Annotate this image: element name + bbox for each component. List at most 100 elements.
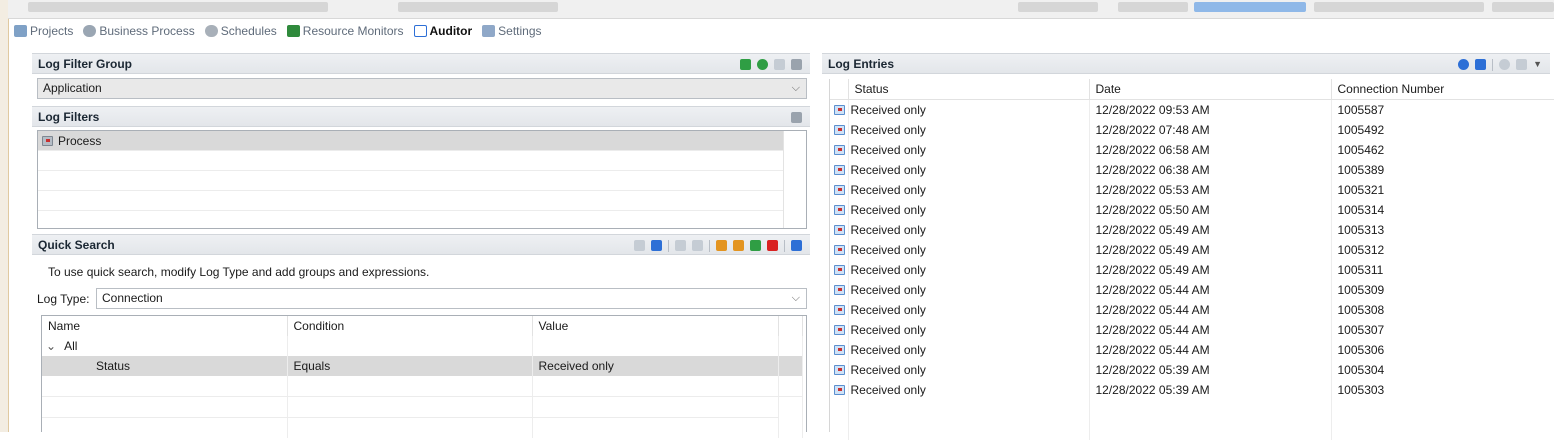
column-header-value[interactable]: Value <box>532 316 779 336</box>
quick-search-hint: To use quick search, modify Log Type and… <box>48 265 430 279</box>
table-row[interactable]: Received only 12/28/2022 05:49 AM 1005311 <box>830 260 1554 280</box>
select-value: Connection <box>102 291 163 305</box>
table-cell <box>830 200 849 220</box>
column-header-spacer <box>778 316 803 336</box>
table-cell <box>1089 400 1332 420</box>
chevron-down-icon[interactable]: ⌄ <box>46 339 56 353</box>
arrow-right-icon[interactable] <box>651 240 662 251</box>
column-header-name[interactable]: Name <box>42 316 288 336</box>
column-header-connection-number[interactable]: Connection Number <box>1331 79 1554 100</box>
tab-auditor[interactable]: Auditor <box>413 24 473 38</box>
table-cell: Equals <box>287 356 533 376</box>
quick-search-table: Name Condition Value ⌄ All Status Equals … <box>41 315 807 438</box>
table-cell: Received only <box>848 280 1090 300</box>
tab-schedules[interactable]: Schedules <box>204 24 277 38</box>
edit-icon[interactable] <box>774 59 785 70</box>
add-condition-icon[interactable] <box>750 240 761 251</box>
table-cell: Received only <box>848 220 1090 240</box>
table-cell <box>830 420 849 440</box>
process-icon <box>42 136 53 146</box>
table-row[interactable]: Received only 12/28/2022 05:49 AM 1005313 <box>830 220 1554 240</box>
edit-icon[interactable] <box>1516 59 1528 70</box>
table-row[interactable]: Received only 12/28/2022 05:44 AM 1005307 <box>830 320 1554 340</box>
table-row <box>42 396 803 418</box>
tab-resource-monitors[interactable]: Resource Monitors <box>286 24 404 38</box>
scrollbar-track[interactable] <box>783 131 784 228</box>
table-row[interactable]: Received only 12/28/2022 05:39 AM 1005304 <box>830 360 1554 380</box>
received-status-icon <box>834 225 845 235</box>
log-type-label: Log Type: <box>37 292 90 306</box>
tab-business-process[interactable]: Business Process <box>83 24 195 38</box>
list-item[interactable]: Process <box>38 131 783 151</box>
log-filters-header: Log Filters <box>32 106 810 127</box>
arrow-up-icon[interactable] <box>675 240 686 251</box>
table-row[interactable]: Received only 12/28/2022 06:38 AM 1005389 <box>830 160 1554 180</box>
table-row[interactable]: Received only 12/28/2022 07:48 AM 1005492 <box>830 120 1554 140</box>
table-row <box>42 376 803 397</box>
export-icon[interactable] <box>1475 59 1487 70</box>
save-icon[interactable] <box>791 240 802 251</box>
table-cell <box>778 356 803 376</box>
table-cell: Received only <box>848 260 1090 280</box>
log-type-select[interactable]: Connection ⌵ <box>96 288 807 309</box>
list-item-label: Process <box>58 134 102 148</box>
select-value: Application <box>43 81 102 95</box>
table-row[interactable]: Received only 12/28/2022 05:44 AM 1005309 <box>830 280 1554 300</box>
filter-icon[interactable] <box>1499 59 1511 70</box>
table-row[interactable]: Received only 12/28/2022 05:49 AM 1005312 <box>830 240 1554 260</box>
quick-search-toolbar <box>634 235 802 256</box>
table-cell: Received only <box>848 380 1090 400</box>
table-cell: Status <box>42 356 288 376</box>
column-header-status[interactable]: Status <box>848 79 1090 100</box>
delete-icon[interactable] <box>791 59 802 70</box>
refresh-icon[interactable] <box>1458 59 1470 70</box>
table-row[interactable]: Received only 12/28/2022 05:53 AM 1005321 <box>830 180 1554 200</box>
remove-icon[interactable] <box>767 240 778 251</box>
table-cell: 1005492 <box>1331 120 1554 140</box>
arrow-down-icon[interactable] <box>692 240 703 251</box>
add-expression-icon[interactable] <box>733 240 744 251</box>
table-cell: 1005311 <box>1331 260 1554 280</box>
received-status-icon <box>834 185 845 195</box>
tab-projects[interactable]: Projects <box>14 24 73 38</box>
table-row[interactable]: ⌄ All <box>42 336 803 356</box>
table-row[interactable]: Status Equals Received only <box>42 356 803 376</box>
table-cell: Received only <box>848 140 1090 160</box>
table-cell: 12/28/2022 05:44 AM <box>1089 280 1332 300</box>
table-cell: Received only <box>848 360 1090 380</box>
table-row[interactable]: Received only 12/28/2022 05:50 AM 1005314 <box>830 200 1554 220</box>
table-row[interactable]: Received only 12/28/2022 05:44 AM 1005306 <box>830 340 1554 360</box>
table-cell: 1005309 <box>1331 280 1554 300</box>
business-process-icon <box>83 25 97 37</box>
close-icon[interactable] <box>791 112 802 123</box>
table-row[interactable]: Received only 12/28/2022 09:53 AM 1005587 <box>830 99 1554 120</box>
table-row[interactable]: Received only 12/28/2022 05:44 AM 1005308 <box>830 300 1554 320</box>
table-header-row: Status Date Connection Number <box>830 79 1554 100</box>
table-cell: 1005308 <box>1331 300 1554 320</box>
column-header-date[interactable]: Date <box>1089 79 1332 100</box>
add-icon[interactable] <box>757 59 768 70</box>
table-row[interactable]: Received only 12/28/2022 05:39 AM 1005303 <box>830 380 1554 400</box>
table-cell: Received only <box>848 320 1090 340</box>
table-cell: 1005314 <box>1331 200 1554 220</box>
table-cell <box>830 180 849 200</box>
table-cell <box>830 320 849 340</box>
tab-label: Resource Monitors <box>302 24 404 38</box>
table-row[interactable]: Received only 12/28/2022 06:58 AM 1005462 <box>830 140 1554 160</box>
arrow-left-icon[interactable] <box>634 240 645 251</box>
table-cell: 12/28/2022 05:44 AM <box>1089 300 1332 320</box>
log-filter-group-header: Log Filter Group <box>32 53 810 74</box>
tab-settings[interactable]: Settings <box>482 24 542 38</box>
column-header-condition[interactable]: Condition <box>287 316 533 336</box>
log-filter-group-select[interactable]: Application ⌵ <box>37 78 807 99</box>
chevron-down-icon[interactable]: ▼ <box>1533 54 1542 75</box>
tab-label: Projects <box>30 24 74 38</box>
table-cell <box>830 99 849 120</box>
projects-icon <box>14 25 27 37</box>
add-group-icon[interactable] <box>716 240 727 251</box>
tab-label: Auditor <box>429 24 473 38</box>
panel-title: Log Filters <box>38 110 100 124</box>
received-status-icon <box>834 245 845 255</box>
settings-icon <box>482 25 496 37</box>
import-icon[interactable] <box>740 59 751 70</box>
